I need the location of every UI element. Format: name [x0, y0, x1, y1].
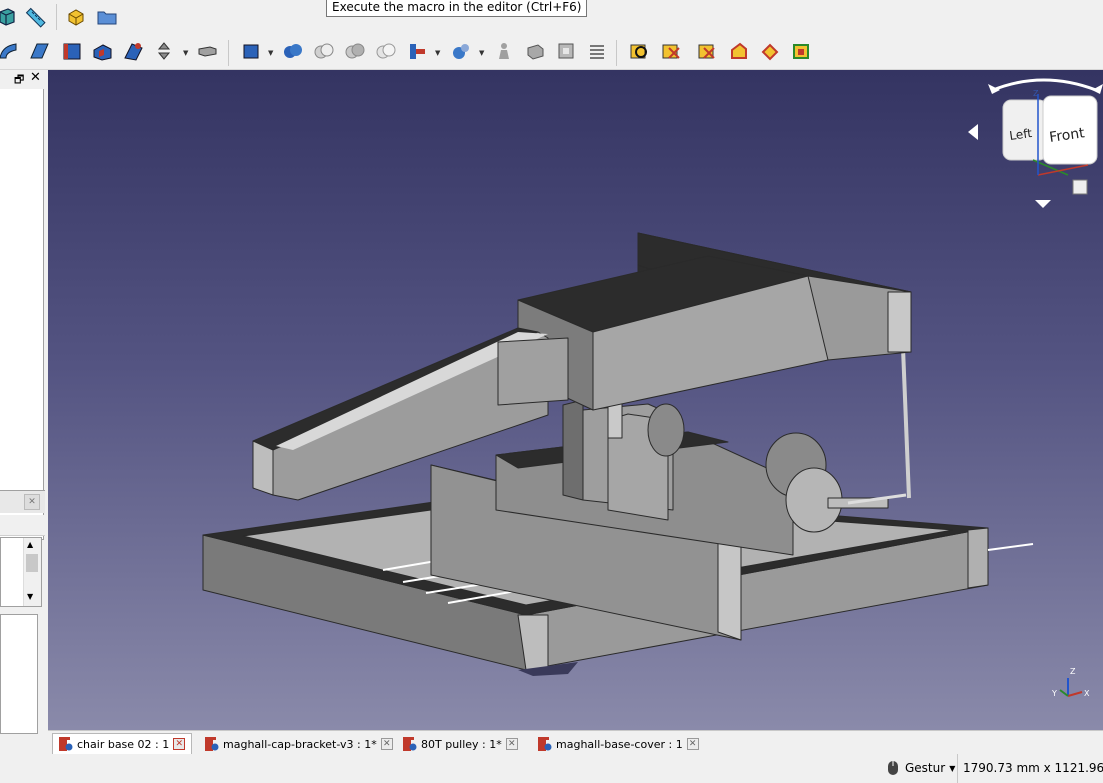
freecad-file-icon — [403, 737, 417, 751]
axis-label-y: Y — [1051, 689, 1057, 698]
navigation-cube[interactable]: Left Front Z — [968, 78, 1103, 208]
scrollbar[interactable]: ▲ ▼ — [23, 538, 41, 606]
split-icon[interactable] — [448, 38, 474, 64]
document-tab-bar: chair base 02 : 1 ✕ maghall-cap-bracket-… — [48, 730, 1103, 755]
attach-icon[interactable] — [788, 38, 814, 64]
vertical-link — [901, 347, 911, 499]
freecad-file-icon — [538, 737, 552, 751]
offset-icon[interactable] — [584, 38, 610, 64]
axis-label-z: Z — [1070, 667, 1076, 676]
scrollbar-thumb[interactable] — [26, 554, 38, 572]
open-folder-icon[interactable] — [94, 4, 120, 30]
cube-mini-icon[interactable] — [1072, 179, 1088, 195]
chevron-down-icon[interactable]: ▼ — [479, 49, 484, 57]
toolbar-row-2: ▼ ▼ ▼ ▼ — [0, 34, 1103, 70]
close-tab-icon[interactable]: ✕ — [686, 738, 699, 750]
chevron-down-icon[interactable]: ▼ — [27, 592, 33, 601]
combo-view-panel: 🗗 ✕ ✕ ▲ ▼ — [0, 70, 48, 760]
slope-arm-end — [252, 440, 274, 496]
macros-icon[interactable] — [63, 4, 89, 30]
thickness-icon[interactable] — [726, 38, 752, 64]
panel-header: 🗗 ✕ — [0, 70, 48, 88]
chevron-down-icon[interactable]: ▼ — [183, 49, 188, 57]
toolbar-separator — [56, 4, 57, 30]
draft-icon[interactable] — [694, 38, 720, 64]
boolean-union-icon[interactable] — [280, 38, 306, 64]
toolbar-separator — [616, 40, 617, 66]
navigation-style-label: Gestur — [905, 761, 946, 775]
chevron-down-icon[interactable]: ▼ — [435, 49, 440, 57]
rotate-arc-icon — [992, 78, 1097, 92]
tab-80t-pulley[interactable]: 80T pulley : 1* ✕ — [396, 733, 525, 755]
tab-label: 80T pulley : 1* — [421, 737, 502, 751]
box-icon[interactable] — [194, 38, 220, 64]
fillet-icon[interactable] — [626, 38, 652, 64]
axis-x-line — [1067, 691, 1083, 697]
property-header — [0, 515, 45, 536]
arrow-left-icon[interactable] — [968, 124, 978, 140]
measure-ruler-icon[interactable] — [22, 4, 48, 30]
panel-tab-strip: ✕ — [0, 490, 45, 513]
top-beam-end — [887, 291, 912, 353]
tab-label: maghall-cap-bracket-v3 : 1* — [223, 737, 377, 751]
groove-icon[interactable] — [120, 38, 146, 64]
tab-label: chair base 02 : 1 — [77, 737, 170, 751]
chevron-down-icon[interactable]: ▼ — [268, 49, 273, 57]
pad-icon[interactable] — [58, 38, 84, 64]
axis-triad: Z X Y — [1051, 667, 1090, 698]
person-icon[interactable] — [491, 38, 517, 64]
axis-line — [987, 543, 1034, 551]
revolve-icon[interactable] — [522, 38, 548, 64]
close-tab-icon[interactable]: ✕ — [173, 738, 186, 750]
axis-y-line — [1059, 689, 1069, 697]
boolean-intersection-icon[interactable] — [342, 38, 368, 64]
freecad-file-icon — [205, 737, 219, 751]
shell-icon[interactable] — [553, 38, 579, 64]
boolean-common-icon[interactable] — [373, 38, 399, 64]
sweep-icon[interactable] — [0, 38, 20, 64]
slope-arm-mount — [497, 337, 569, 406]
view-standard-icon[interactable] — [238, 38, 264, 64]
tab-maghall-cap-bracket[interactable]: maghall-cap-bracket-v3 : 1* ✕ — [198, 733, 400, 755]
chevron-up-icon[interactable]: ▲ — [27, 540, 33, 549]
3d-model-render[interactable]: Left Front Z Z X Y — [48, 70, 1103, 730]
report-view[interactable] — [0, 614, 38, 734]
part-design-body-icon[interactable] — [0, 4, 20, 30]
boolean-cut-icon[interactable] — [311, 38, 337, 64]
cube-label-top: Z — [1033, 89, 1039, 98]
navigation-style-selector[interactable]: Gestur ▼ — [885, 760, 955, 776]
close-tab-icon[interactable]: ✕ — [505, 738, 518, 750]
sketch-icon[interactable] — [757, 38, 783, 64]
axis-label-x: X — [1084, 689, 1090, 698]
tab-label: maghall-base-cover : 1 — [556, 737, 683, 751]
close-icon[interactable]: ✕ — [24, 494, 40, 510]
tab-chair-base[interactable]: chair base 02 : 1 ✕ — [52, 733, 193, 754]
arrow-down-icon[interactable] — [1035, 200, 1051, 208]
chevron-down-icon: ▼ — [949, 763, 956, 773]
close-panel-icon[interactable]: ✕ — [30, 70, 41, 85]
mouse-icon — [888, 761, 898, 775]
close-tab-icon[interactable]: ✕ — [380, 738, 393, 750]
toolbar-separator — [228, 40, 229, 66]
motor-cylinder — [647, 403, 685, 457]
float-panel-icon[interactable]: 🗗 — [14, 71, 24, 90]
view-dimensions: 1790.73 mm x 1121.96 mm — [957, 754, 1103, 783]
section-icon[interactable] — [404, 38, 430, 64]
rail-end — [717, 539, 742, 641]
loft-icon[interactable] — [26, 38, 52, 64]
model-tree[interactable] — [0, 89, 44, 540]
freecad-file-icon — [59, 737, 73, 751]
tooltip: Execute the macro in the editor (Ctrl+F6… — [326, 0, 588, 17]
pocket-icon[interactable] — [89, 38, 115, 64]
carriage-side — [562, 399, 584, 501]
toolbar-row-1: Execute the macro in the editor (Ctrl+F6… — [0, 0, 1103, 34]
tab-maghall-base-cover[interactable]: maghall-base-cover : 1 ✕ — [531, 733, 706, 755]
3d-viewport[interactable]: Left Front Z Z X Y — [48, 70, 1103, 730]
property-list[interactable]: ▲ ▼ — [0, 537, 42, 607]
frame-corner-right — [967, 527, 989, 589]
mirror-icon[interactable] — [151, 38, 177, 64]
chamfer-icon[interactable] — [658, 38, 684, 64]
